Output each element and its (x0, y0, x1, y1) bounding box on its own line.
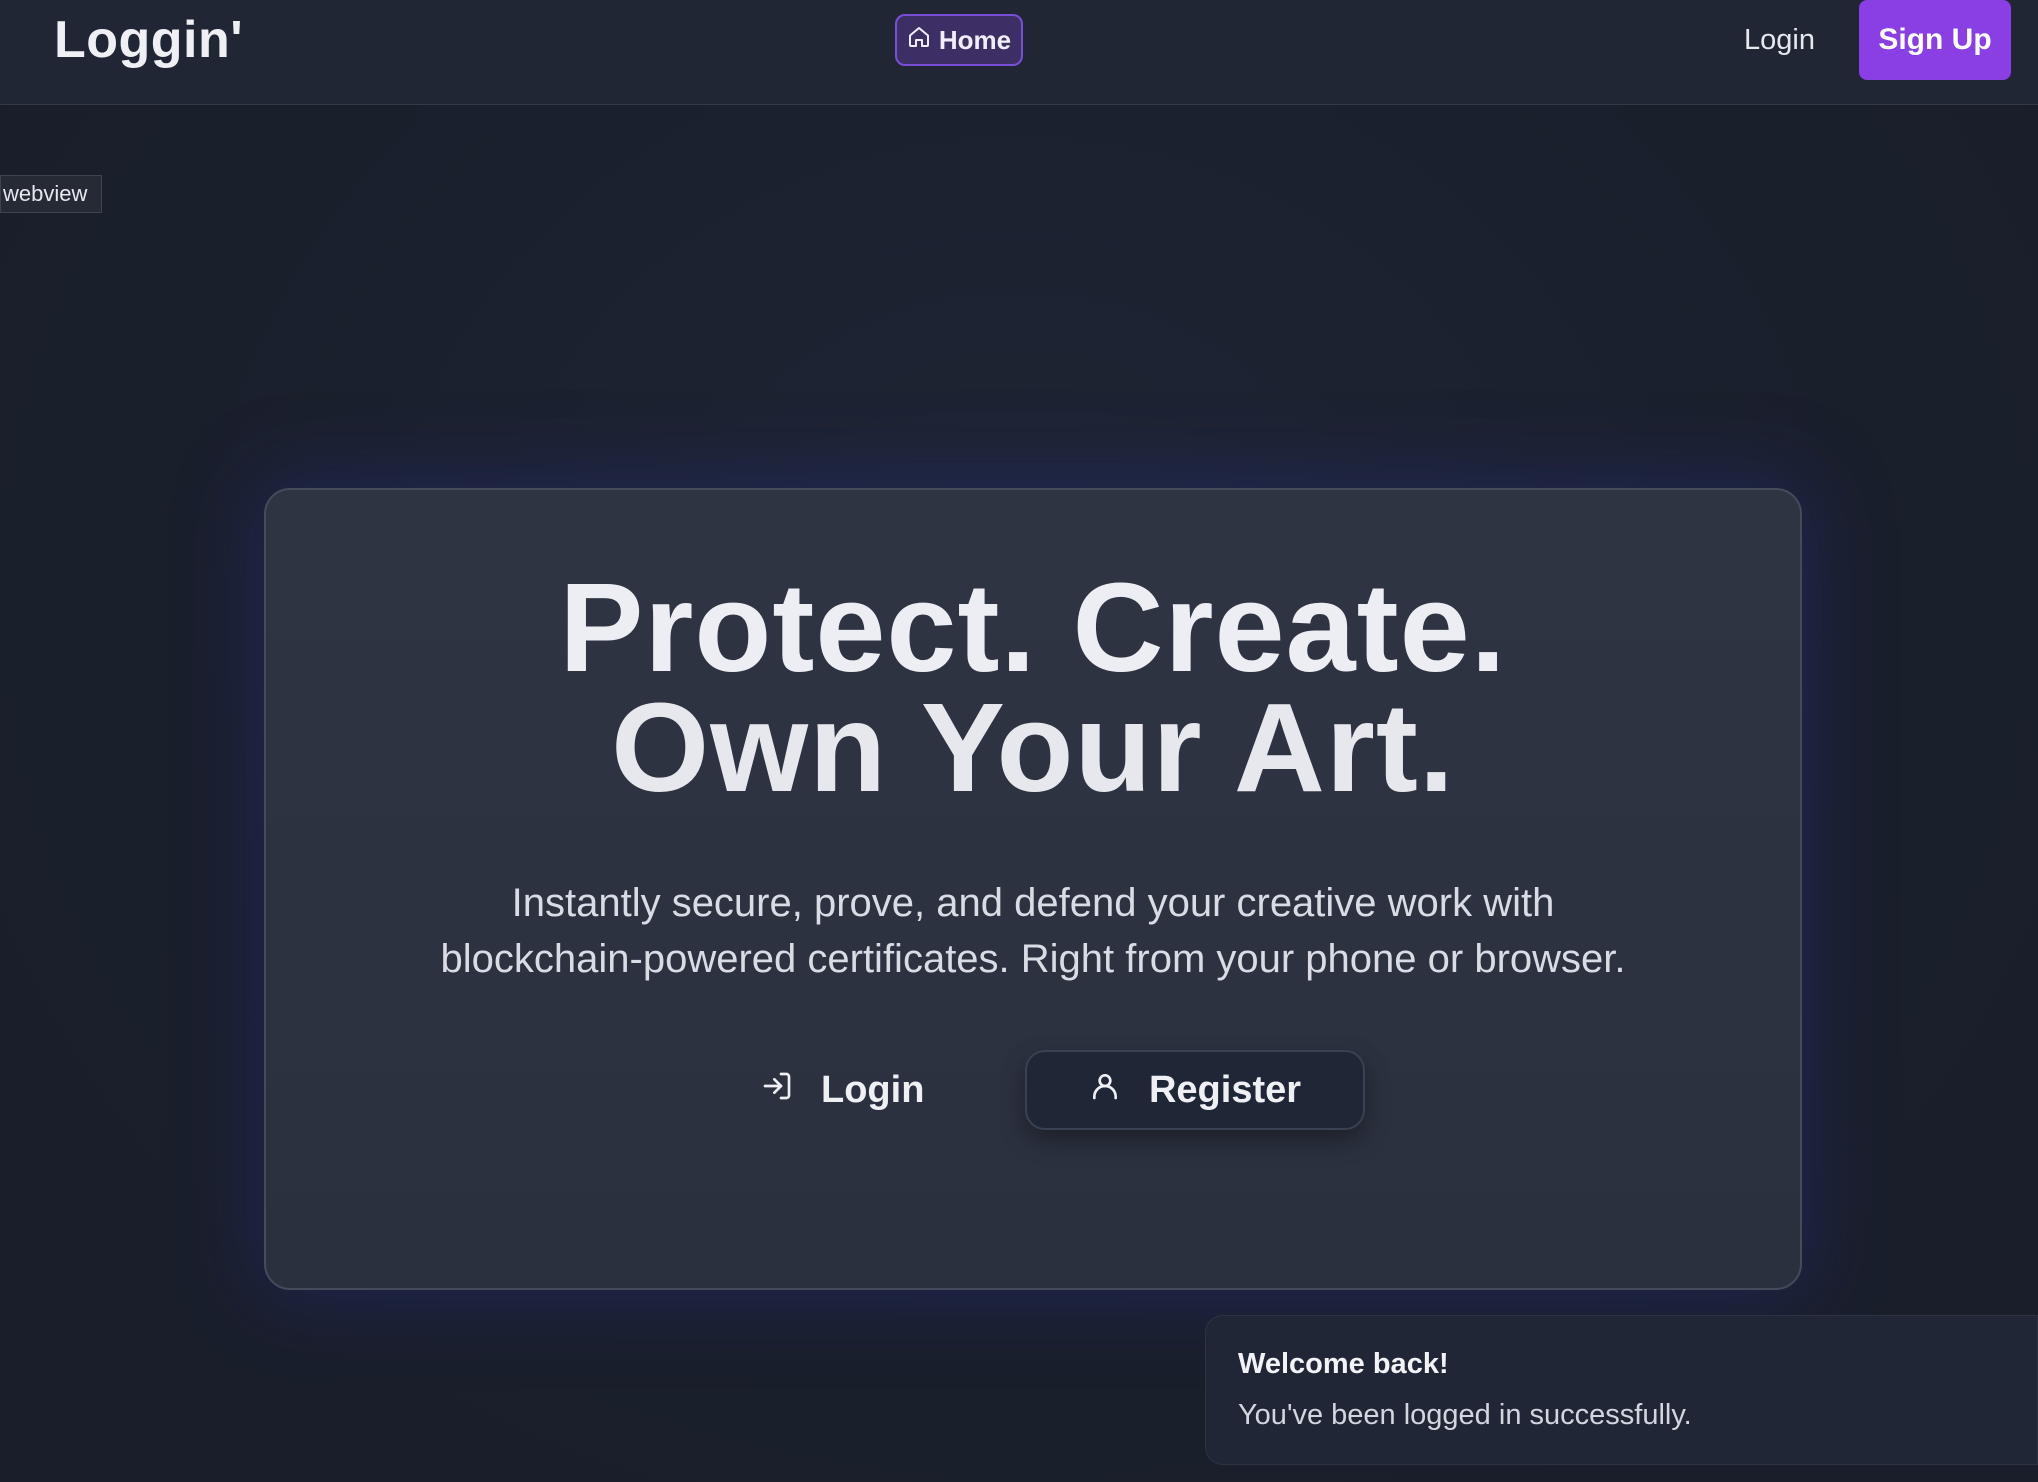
hero-login-label: Login (821, 1068, 925, 1111)
home-icon (907, 25, 931, 56)
top-navigation-bar: Loggin' Home Login Sign Up (0, 0, 2038, 105)
hero-subtitle: Instantly secure, prove, and defend your… (266, 875, 1800, 987)
webview-label: webview (0, 175, 102, 213)
hero-headline: Protect. Create. Own Your Art. (266, 557, 1800, 818)
nav-login-link[interactable]: Login (1744, 18, 1815, 62)
hero-register-button[interactable]: Register (1025, 1050, 1365, 1130)
hero-actions: Login Register (266, 1050, 1800, 1130)
toast-title: Welcome back! (1238, 1348, 1449, 1380)
nav-home-button[interactable]: Home (895, 14, 1023, 66)
brand-logo[interactable]: Loggin' (54, 10, 243, 70)
headline-line-2: Own Your Art. (611, 677, 1455, 818)
hero-card: Protect. Create. Own Your Art. Instantly… (264, 488, 1802, 1290)
user-icon (1089, 1069, 1121, 1112)
sign-up-button[interactable]: Sign Up (1859, 0, 2011, 80)
log-in-icon (761, 1069, 793, 1112)
nav-home-label: Home (938, 24, 1012, 55)
subtitle-line-2: blockchain-powered certificates. Right f… (440, 937, 1626, 981)
login-success-toast[interactable]: Welcome back! You've been logged in succ… (1205, 1315, 2038, 1465)
hero-login-button[interactable]: Login (761, 1050, 961, 1130)
subtitle-line-1: Instantly secure, prove, and defend your… (511, 881, 1555, 925)
toast-message: You've been logged in successfully. (1238, 1399, 1692, 1431)
headline-line-1: Protect. Create. (559, 557, 1507, 698)
hero-register-label: Register (1148, 1068, 1302, 1111)
